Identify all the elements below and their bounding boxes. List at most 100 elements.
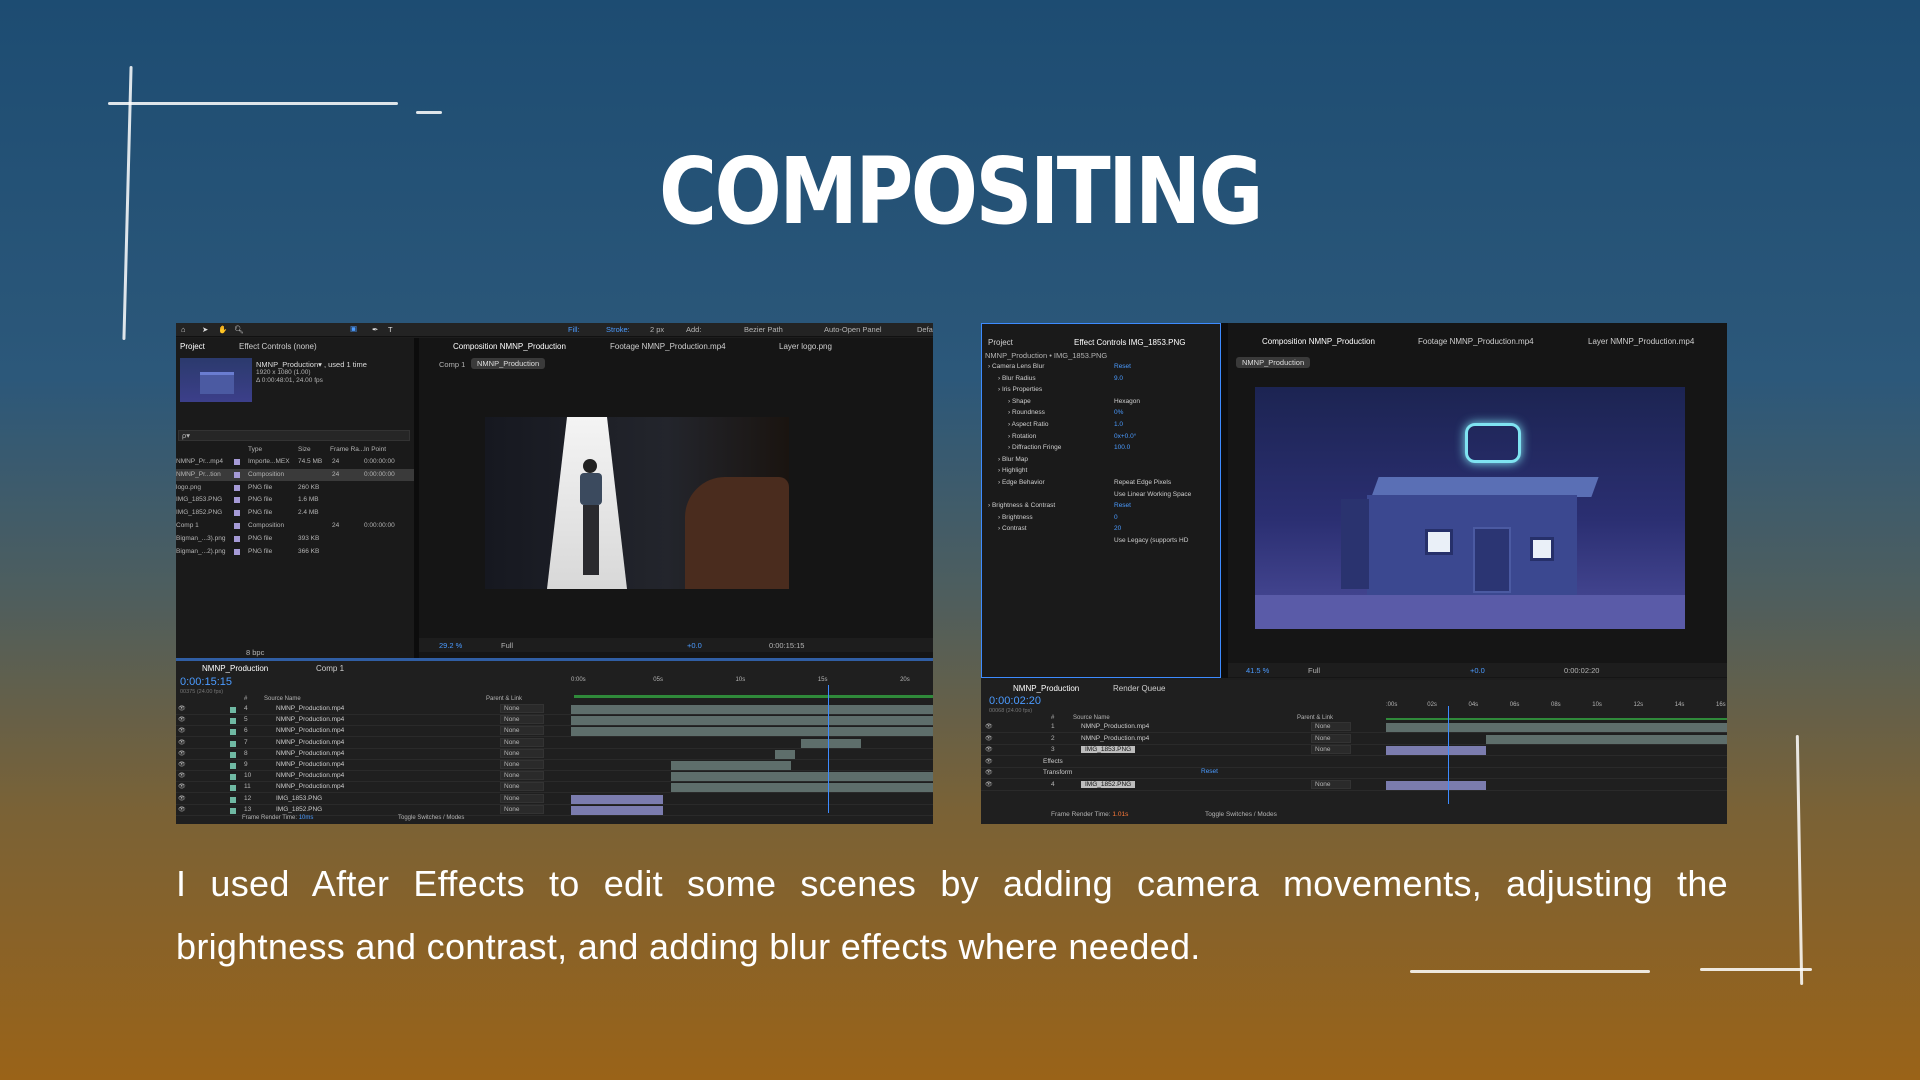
layer-row[interactable]: 👁︎ 6 NMNP_Production.mp4 None: [176, 726, 933, 738]
resolution-select[interactable]: Full: [1308, 666, 1320, 675]
layer-track-bar[interactable]: [671, 772, 933, 782]
effect-property-row[interactable]: › Aspect Ratio 1.0: [982, 420, 1222, 431]
visibility-eye-icon[interactable]: 👁︎: [178, 806, 186, 813]
tab-layer[interactable]: Layer logo.png: [779, 342, 832, 351]
effect-property-row[interactable]: › Rotation 0x+0.0°: [982, 432, 1222, 443]
layer-track-bar[interactable]: [671, 761, 791, 770]
visibility-eye-icon[interactable]: 👁︎: [985, 781, 993, 788]
breadcrumb-nmnp[interactable]: NMNP_Production: [1236, 357, 1311, 368]
stroke-width[interactable]: 2 px: [650, 325, 664, 334]
layer-parent[interactable]: None: [500, 782, 544, 792]
layer-track-bar[interactable]: [571, 705, 933, 714]
tab-project[interactable]: Project: [988, 338, 1013, 347]
layer-row[interactable]: 👁︎ 2 NMNP_Production.mp4 None: [981, 733, 1727, 745]
effect-property-row[interactable]: › Iris Properties: [982, 385, 1222, 396]
playhead[interactable]: [828, 685, 829, 813]
timeline-tab-render-queue[interactable]: Render Queue: [1113, 684, 1165, 693]
home-icon[interactable]: ⌂: [181, 325, 186, 334]
visibility-eye-icon[interactable]: 👁︎: [178, 772, 186, 779]
layer-parent[interactable]: None: [500, 804, 544, 814]
layer-track-bar[interactable]: [1486, 734, 1727, 744]
tab-composition[interactable]: Composition NMNP_Production: [453, 342, 566, 351]
col-in-point[interactable]: In Point: [364, 446, 386, 453]
timeline-tab-comp1[interactable]: Comp 1: [316, 664, 344, 673]
layer-row[interactable]: 👁︎ 4 IMG_1852.PNG None: [981, 780, 1727, 791]
toggle-switches-modes[interactable]: Toggle Switches / Modes: [398, 815, 464, 821]
auto-open-panel-checkbox[interactable]: Auto-Open Panel: [824, 325, 882, 334]
property-value[interactable]: Hexagon: [1114, 398, 1140, 405]
tab-composition[interactable]: Composition NMNP_Production: [1262, 337, 1375, 346]
visibility-eye-icon[interactable]: 👁︎: [985, 746, 993, 753]
work-area-bar[interactable]: [1386, 718, 1727, 720]
exposure-value[interactable]: +0.0: [687, 641, 702, 650]
project-file-row[interactable]: IMG_1853.PNG PNG file 1.6 MB: [176, 494, 414, 506]
project-file-row[interactable]: logo.png PNG file 260 KB: [176, 482, 414, 494]
layer-track-bar[interactable]: [1386, 781, 1486, 790]
visibility-eye-icon[interactable]: 👁︎: [178, 783, 186, 790]
layer-parent[interactable]: None: [500, 704, 544, 713]
property-value[interactable]: Use Legacy (supports HD: [1114, 537, 1188, 544]
effect-property-row[interactable]: › Contrast 20: [982, 524, 1222, 535]
project-file-row[interactable]: NMNP_Pr...mp4 Importe...MEX 74.5 MB 24 0:00:…: [176, 456, 414, 468]
tab-project[interactable]: Project: [180, 342, 205, 351]
layer-track-bar[interactable]: [801, 738, 861, 748]
timeline-timecode[interactable]: 0:00:02:20: [989, 695, 1041, 707]
property-value[interactable]: 0x+0.0°: [1114, 433, 1136, 440]
property-value[interactable]: Reset: [1114, 363, 1131, 370]
visibility-eye-icon[interactable]: 👁︎: [178, 716, 186, 723]
effect-property-row[interactable]: › Blur Radius 9.0: [982, 374, 1222, 385]
time-ruler[interactable]: :00s 02s 04s 06s 08s 10s 12s 14s 16s: [1386, 702, 1727, 716]
visibility-eye-icon[interactable]: 👁︎: [178, 727, 186, 734]
exposure-value[interactable]: +0.0: [1470, 666, 1485, 675]
viewer-timecode[interactable]: 0:00:15:15: [769, 641, 804, 650]
effect-property-row[interactable]: Use Linear Working Space: [982, 490, 1222, 501]
time-ruler[interactable]: 0:00s 05s 10s 15s 20s: [571, 677, 933, 691]
layer-row[interactable]: 👁︎ Effects: [981, 757, 1727, 768]
layer-row[interactable]: 👁︎ 12 IMG_1853.PNG None: [176, 793, 933, 805]
bit-depth[interactable]: 8 bpc: [246, 648, 264, 657]
project-file-row[interactable]: Bigman_...3).png PNG file 393 KB: [176, 533, 414, 545]
project-file-row[interactable]: Comp 1 Composition 24 0:00:00:00: [176, 520, 414, 532]
layer-track-bar[interactable]: [571, 727, 933, 737]
property-value[interactable]: Repeat Edge Pixels: [1114, 479, 1171, 486]
layer-track-bar[interactable]: [1386, 746, 1486, 756]
visibility-eye-icon[interactable]: 👁︎: [178, 705, 186, 712]
layer-parent[interactable]: Reset: [1201, 768, 1218, 775]
effect-property-row[interactable]: › Diffraction Fringe 100.0: [982, 443, 1222, 454]
breadcrumb-comp1[interactable]: Comp 1: [439, 360, 465, 369]
property-value[interactable]: 20: [1114, 525, 1121, 532]
zoom-level[interactable]: 29.2 %: [439, 641, 462, 650]
layer-track-bar[interactable]: [571, 716, 933, 726]
col-size[interactable]: Size: [298, 446, 311, 453]
col-frame-rate[interactable]: Frame Ra...: [330, 446, 364, 453]
workspace-default[interactable]: Defa: [917, 325, 933, 334]
timeline-tab-nmnp[interactable]: NMNP_Production: [1013, 684, 1079, 693]
timeline-timecode[interactable]: 0:00:15:15: [180, 676, 232, 688]
zoom-tool-icon[interactable]: 🔍︎: [234, 325, 244, 334]
col-type[interactable]: Type: [248, 446, 262, 453]
viewer-timecode[interactable]: 0:00:02:20: [1564, 666, 1599, 675]
visibility-eye-icon[interactable]: 👁︎: [985, 723, 993, 730]
visibility-eye-icon[interactable]: 👁︎: [178, 761, 186, 768]
tab-footage[interactable]: Footage NMNP_Production.mp4: [610, 342, 726, 351]
effect-property-row[interactable]: › Edge Behavior Repeat Edge Pixels: [982, 478, 1222, 489]
toggle-switches-modes[interactable]: Toggle Switches / Modes: [1205, 811, 1277, 818]
property-value[interactable]: Reset: [1114, 502, 1131, 509]
layer-parent[interactable]: None: [500, 737, 544, 747]
timeline-tab-nmnp[interactable]: NMNP_Production: [202, 664, 268, 673]
composition-viewer[interactable]: [1255, 387, 1685, 629]
visibility-eye-icon[interactable]: 👁︎: [178, 739, 186, 746]
layer-row[interactable]: 👁︎ 10 NMNP_Production.mp4 None: [176, 771, 933, 783]
pen-tool-icon[interactable]: ✒: [372, 325, 378, 334]
layer-parent[interactable]: None: [1311, 745, 1351, 755]
project-file-row[interactable]: IMG_1852.PNG PNG file 2.4 MB: [176, 507, 414, 519]
visibility-eye-icon[interactable]: 👁︎: [178, 795, 186, 802]
effect-property-row[interactable]: › Brightness 0: [982, 513, 1222, 524]
playhead[interactable]: [1448, 706, 1449, 804]
effect-property-row[interactable]: › Shape Hexagon: [982, 397, 1222, 408]
rectangle-tool-icon[interactable]: ▣: [350, 324, 357, 333]
layer-track-bar[interactable]: [671, 783, 933, 793]
tab-effect-controls[interactable]: Effect Controls (none): [239, 342, 317, 351]
property-value[interactable]: 0%: [1114, 409, 1123, 416]
tab-footage[interactable]: Footage NMNP_Production.mp4: [1418, 337, 1534, 346]
